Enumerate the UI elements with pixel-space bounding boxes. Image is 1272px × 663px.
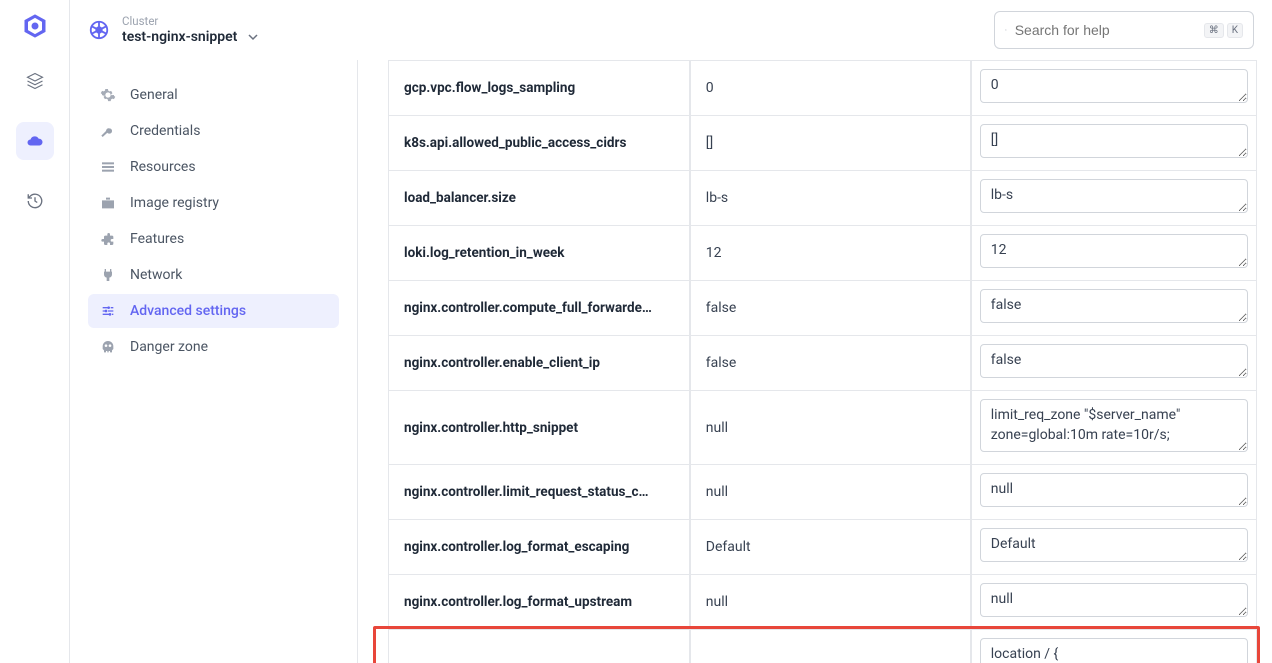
table-row: k8s.api.allowed_public_access_cidrs[] (388, 116, 1257, 171)
table-row: nginx.controller.log_format_upstreamnull (388, 575, 1257, 630)
nav-label: Advanced settings (130, 303, 246, 319)
setting-value-cell (971, 60, 1257, 116)
table-row: nginx.controller.enable_client_ipfalse (388, 336, 1257, 391)
nav-item-network[interactable]: Network (88, 258, 339, 292)
nav-label: Network (130, 267, 182, 283)
settings-sidebar: General Credentials Resources Image regi… (70, 60, 358, 663)
search-icon (1005, 22, 1007, 38)
search-kbd: ⌘ K (1204, 23, 1243, 38)
cluster-label: Cluster (122, 15, 259, 29)
icon-rail (0, 0, 70, 663)
header: Cluster test-nginx-snippet ⌘ K (70, 0, 1272, 60)
setting-value-cell (971, 171, 1257, 226)
setting-value-input[interactable] (980, 289, 1248, 323)
key-icon (100, 123, 116, 139)
nav-item-advanced-settings[interactable]: Advanced settings (88, 294, 339, 328)
setting-default: false (690, 336, 971, 391)
setting-key: nginx.controller.log_format_upstream (388, 575, 690, 630)
nav-label: General (130, 87, 178, 103)
setting-default: 12 (690, 226, 971, 281)
setting-key: k8s.api.allowed_public_access_cidrs (388, 116, 690, 171)
nav-item-resources[interactable]: Resources (88, 150, 339, 184)
table-row: gcp.vpc.flow_logs_sampling0 (388, 60, 1257, 116)
setting-key: nginx.controller.compute_full_forwarde… (388, 281, 690, 336)
setting-value-cell (971, 465, 1257, 520)
setting-default: null (690, 575, 971, 630)
settings-table: gcp.vpc.flow_logs_sampling0k8s.api.allow… (388, 60, 1257, 663)
setting-key: nginx.controller.limit_request_status_c… (388, 465, 690, 520)
setting-default: null (690, 465, 971, 520)
app-logo-icon[interactable] (21, 12, 49, 40)
setting-key: load_balancer.size (388, 171, 690, 226)
skull-icon (100, 339, 116, 355)
nav-label: Credentials (130, 123, 200, 139)
cluster-icon (88, 19, 110, 41)
setting-default: Default (690, 520, 971, 575)
setting-value-cell (971, 630, 1257, 663)
setting-default: null (690, 391, 971, 465)
nav-label: Features (130, 231, 184, 247)
setting-value-cell (971, 391, 1257, 465)
setting-value-input[interactable] (980, 528, 1248, 562)
chevron-down-icon (247, 31, 259, 43)
settings-content: gcp.vpc.flow_logs_sampling0k8s.api.allow… (358, 60, 1272, 663)
briefcase-icon (100, 195, 116, 211)
setting-value-cell (971, 575, 1257, 630)
setting-key: nginx.controller.server_snippet (388, 630, 690, 663)
nav-item-danger-zone[interactable]: Danger zone (88, 330, 339, 364)
setting-value-input[interactable] (980, 234, 1248, 268)
table-row: load_balancer.sizelb-s (388, 171, 1257, 226)
table-row: nginx.controller.limit_request_status_c…… (388, 465, 1257, 520)
setting-value-input[interactable] (980, 473, 1248, 507)
plug-icon (100, 267, 116, 283)
setting-value-cell (971, 226, 1257, 281)
rail-item-history[interactable] (16, 182, 54, 220)
nav-item-image-registry[interactable]: Image registry (88, 186, 339, 220)
setting-default: 0 (690, 60, 971, 116)
setting-default: lb-s (690, 171, 971, 226)
setting-value-input[interactable] (980, 124, 1248, 158)
setting-value-input[interactable] (980, 69, 1248, 103)
nav-label: Danger zone (130, 339, 208, 355)
cluster-selector[interactable]: Cluster test-nginx-snippet (122, 15, 259, 46)
setting-key: nginx.controller.http_snippet (388, 391, 690, 465)
nav-item-features[interactable]: Features (88, 222, 339, 256)
search-box[interactable]: ⌘ K (994, 11, 1254, 49)
setting-default: false (690, 281, 971, 336)
rail-item-cloud[interactable] (16, 122, 54, 160)
gear-icon (100, 87, 116, 103)
nav-item-general[interactable]: General (88, 78, 339, 112)
table-row: nginx.controller.compute_full_forwarde…f… (388, 281, 1257, 336)
cluster-name: test-nginx-snippet (122, 29, 259, 46)
table-row: nginx.controller.log_format_escapingDefa… (388, 520, 1257, 575)
setting-default: null (690, 630, 971, 663)
setting-default: [] (690, 116, 971, 171)
bars-icon (100, 159, 116, 175)
setting-value-cell (971, 281, 1257, 336)
setting-key: nginx.controller.enable_client_ip (388, 336, 690, 391)
setting-value-input[interactable] (980, 344, 1248, 378)
setting-key: loki.log_retention_in_week (388, 226, 690, 281)
setting-value-input[interactable] (980, 638, 1248, 663)
setting-key: gcp.vpc.flow_logs_sampling (388, 60, 690, 116)
setting-value-cell (971, 520, 1257, 575)
nav-label: Resources (130, 159, 196, 175)
table-row: nginx.controller.http_snippetnull (388, 391, 1257, 465)
setting-value-cell (971, 336, 1257, 391)
setting-value-cell (971, 116, 1257, 171)
search-input[interactable] (1015, 22, 1196, 38)
puzzle-icon (100, 231, 116, 247)
setting-value-input[interactable] (980, 179, 1248, 213)
setting-key: nginx.controller.log_format_escaping (388, 520, 690, 575)
nav-label: Image registry (130, 195, 219, 211)
setting-value-input[interactable] (980, 399, 1248, 452)
nav-item-credentials[interactable]: Credentials (88, 114, 339, 148)
table-row: nginx.controller.server_snippetnull (388, 630, 1257, 663)
table-row: loki.log_retention_in_week12 (388, 226, 1257, 281)
sliders-icon (100, 303, 116, 319)
setting-value-input[interactable] (980, 583, 1248, 617)
rail-item-layers[interactable] (16, 62, 54, 100)
